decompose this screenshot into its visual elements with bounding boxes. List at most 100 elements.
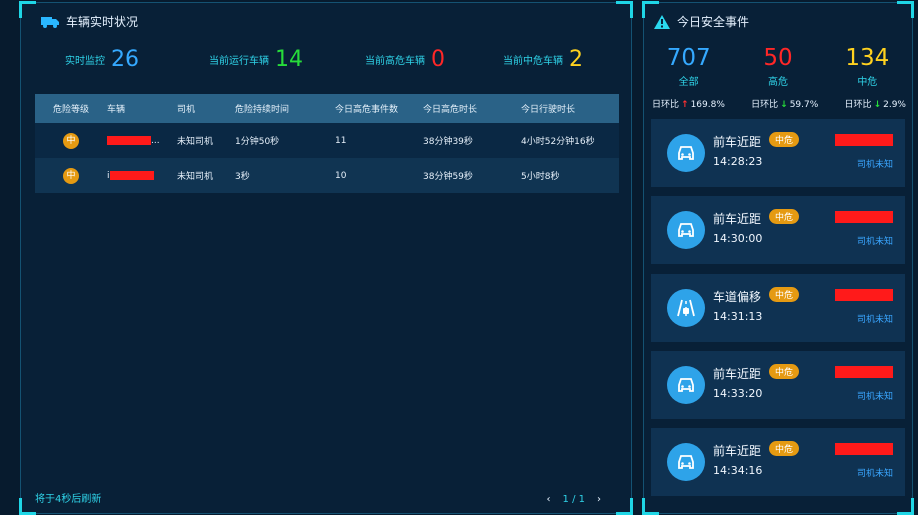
vehicle-status-panel: 车辆实时状况 实时监控 26 当前运行车辆 14 当前高危车辆 0 当前中危车辆… <box>19 1 633 515</box>
panel-title-text: 车辆实时状况 <box>66 15 139 29</box>
day-comparison: 日环比 ↓ 59.7% <box>751 97 818 110</box>
driver-cell: 未知司机 <box>177 158 235 193</box>
event-level-badge: 中危 <box>769 287 800 302</box>
comparison-row: 日环比 ↑ 169.8% 日环比 ↓ 59.7% 日环比 ↓ 2.9% <box>652 97 906 110</box>
arrow-down-icon: ↓ <box>780 100 788 110</box>
event-card[interactable]: 前车近距 中危 14:34:16 司机未知 <box>651 428 905 496</box>
summary-value: 134 <box>845 45 890 71</box>
prev-page-button[interactable]: ‹ <box>547 494 551 505</box>
stat-high-risk: 当前高危车辆 0 <box>365 47 445 72</box>
col-header: 车辆 <box>107 94 177 123</box>
event-time: 14:30:00 <box>713 232 763 245</box>
warning-icon <box>654 14 670 29</box>
next-page-button[interactable]: › <box>597 494 601 505</box>
event-driver: 司机未知 <box>856 392 893 402</box>
summary-value: 707 <box>666 45 711 71</box>
stat-value: 0 <box>431 47 445 72</box>
event-type: 前车近距 <box>713 367 762 381</box>
summary-label: 中危 <box>857 77 878 88</box>
event-level-badge: 中危 <box>769 132 800 147</box>
car-icon <box>667 134 705 172</box>
event-time: 14:33:20 <box>713 387 763 400</box>
risk-level-badge: 中 <box>63 132 79 149</box>
corner-decoration <box>897 498 914 515</box>
stat-value: 14 <box>275 47 303 72</box>
comparison-value: 2.9% <box>883 100 906 110</box>
event-card[interactable]: 前车近距 中危 14:28:23 司机未知 <box>651 119 905 187</box>
event-type: 前车近距 <box>713 212 762 226</box>
day-comparison: 日环比 ↑ 169.8% <box>652 97 725 110</box>
car-icon <box>667 211 705 249</box>
redacted-plate <box>109 170 154 180</box>
stat-value: 26 <box>111 47 139 72</box>
stat-running: 当前运行车辆 14 <box>209 47 303 72</box>
stat-mid-risk: 当前中危车辆 2 <box>503 47 583 72</box>
event-type: 车道偏移 <box>713 290 762 304</box>
comparison-label: 日环比 <box>844 100 872 110</box>
stat-label: 当前运行车辆 <box>209 56 269 67</box>
refresh-countdown: 将于4秒后刷新 <box>35 494 102 505</box>
event-time: 14:28:23 <box>713 155 763 168</box>
events-cell: 11 <box>335 123 423 158</box>
stat-value: 2 <box>569 47 583 72</box>
high-time-cell: 38分钟59秒 <box>423 158 521 193</box>
summary-high: 50 高危 <box>733 45 822 88</box>
stat-label: 实时监控 <box>65 56 105 67</box>
summary-mid: 134 中危 <box>823 45 912 88</box>
col-header: 危险持续时间 <box>235 94 335 123</box>
corner-decoration <box>616 498 633 515</box>
events-cell: 10 <box>335 158 423 193</box>
day-comparison: 日环比 ↓ 2.9% <box>845 97 906 110</box>
stat-monitoring: 实时监控 26 <box>65 47 139 72</box>
event-level-badge: 中危 <box>769 441 800 456</box>
stat-label: 当前高危车辆 <box>365 56 425 67</box>
safety-events-panel: 今日安全事件 707 全部 50 高危 134 中危 日环比 ↑ 169.8% 日环… <box>642 1 914 515</box>
car-icon <box>667 366 705 404</box>
summary-label: 全部 <box>678 77 699 88</box>
summary-total: 707 全部 <box>644 45 733 88</box>
event-type: 前车近距 <box>713 135 762 149</box>
comparison-value: 169.8% <box>690 100 725 110</box>
stat-label: 当前中危车辆 <box>503 56 563 67</box>
redacted-plate <box>835 366 893 378</box>
event-driver: 司机未知 <box>856 160 893 170</box>
drive-time-cell: 5小时8秒 <box>521 158 619 193</box>
comparison-value: 59.7% <box>789 100 819 110</box>
pagination: ‹ 1 / 1 › <box>541 494 607 505</box>
event-card[interactable]: 前车近距 中危 14:33:20 司机未知 <box>651 351 905 419</box>
redacted-plate <box>107 135 151 145</box>
event-level-badge: 中危 <box>769 364 800 379</box>
corner-decoration <box>642 498 659 515</box>
duration-cell: 1分钟50秒 <box>235 123 335 158</box>
comparison-label: 日环比 <box>652 100 680 110</box>
summary-label: 高危 <box>767 77 788 88</box>
event-time: 14:31:13 <box>713 310 763 323</box>
table-row[interactable]: 中 ... 未知司机 1分钟50秒 11 38分钟39秒 4小时52分钟16秒 <box>35 123 619 158</box>
col-header: 司机 <box>177 94 235 123</box>
event-card[interactable]: 前车近距 中危 14:30:00 司机未知 <box>651 196 905 264</box>
driver-cell: 未知司机 <box>177 123 235 158</box>
corner-decoration <box>19 1 36 18</box>
duration-cell: 3秒 <box>235 158 335 193</box>
stats-row: 实时监控 26 当前运行车辆 14 当前高危车辆 0 当前中危车辆 2 <box>21 47 631 72</box>
vehicle-suffix: ... <box>151 135 160 146</box>
event-time: 14:34:16 <box>713 464 763 477</box>
panel-title-text: 今日安全事件 <box>677 15 750 29</box>
panel-title: 今日安全事件 <box>654 13 749 30</box>
redacted-plate <box>835 134 893 146</box>
corner-decoration <box>616 1 633 18</box>
corner-decoration <box>19 498 36 515</box>
redacted-plate <box>835 443 893 455</box>
high-time-cell: 38分钟39秒 <box>423 123 521 158</box>
comparison-label: 日环比 <box>751 100 779 110</box>
event-type: 前车近距 <box>713 444 762 458</box>
vehicle-table: 危险等级 车辆 司机 危险持续时间 今日高危事件数 今日高危时长 今日行驶时长 … <box>35 94 619 193</box>
corner-decoration <box>897 1 914 18</box>
col-header: 今日行驶时长 <box>521 94 619 123</box>
drive-time-cell: 4小时52分钟16秒 <box>521 123 619 158</box>
event-card[interactable]: 车道偏移 中危 14:31:13 司机未知 <box>651 274 905 342</box>
event-driver: 司机未知 <box>856 237 893 247</box>
table-row[interactable]: 中 i 未知司机 3秒 10 38分钟59秒 5小时8秒 <box>35 158 619 193</box>
car-icon <box>667 443 705 481</box>
col-header: 今日高危时长 <box>423 94 521 123</box>
